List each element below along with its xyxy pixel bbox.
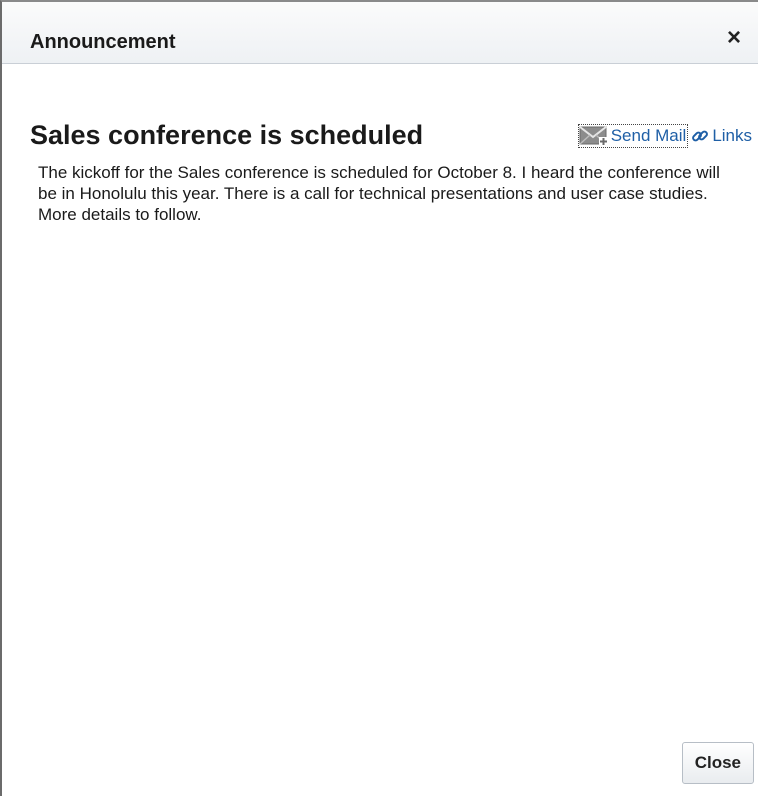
announcement-heading: Sales conference is scheduled	[30, 120, 424, 150]
announcement-body: The kickoff for the Sales conference is …	[38, 163, 720, 224]
dialog-title-bar: Announcement ×	[2, 2, 758, 64]
dialog-title: Announcement	[30, 31, 176, 53]
links-label: Links	[712, 126, 752, 145]
close-icon[interactable]: ×	[722, 26, 746, 50]
announcement-dialog: Announcement × Sales conference is sched…	[0, 0, 758, 796]
mail-icon	[579, 126, 608, 146]
dialog-content: Sales conference is scheduled Send Mail …	[2, 64, 758, 798]
links-link[interactable]: Links	[688, 125, 752, 147]
close-button[interactable]: Close	[681, 742, 754, 784]
link-icon	[692, 130, 709, 142]
announcement-actions: Send Mail Links	[577, 124, 752, 148]
send-mail-link[interactable]: Send Mail	[577, 124, 689, 148]
send-mail-label: Send Mail	[610, 126, 687, 145]
